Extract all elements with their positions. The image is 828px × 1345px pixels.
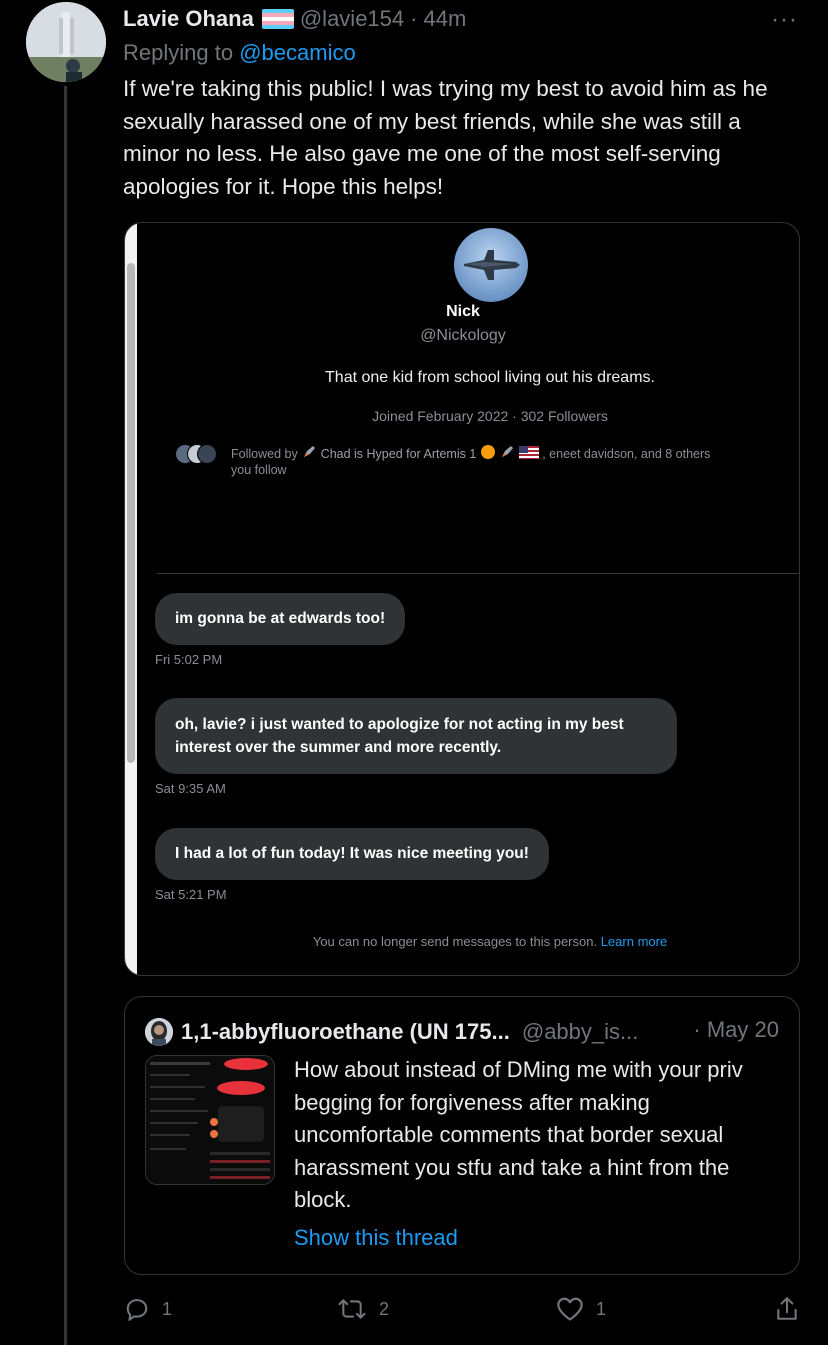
orange-circle-icon: [480, 444, 496, 465]
rocket-icon: [301, 444, 317, 465]
retweet-count: 2: [379, 1298, 390, 1319]
dm-divider: [157, 573, 799, 574]
rocket-icon: [499, 444, 515, 465]
message-bubble: oh, lavie? i just wanted to apologize fo…: [155, 698, 677, 774]
tweet-header: Lavie Ohana @lavie154 · 44m: [123, 4, 466, 34]
quote-thumbnail[interactable]: [145, 1055, 275, 1185]
retweet-icon: [338, 1299, 366, 1319]
reply-count: 1: [162, 1298, 173, 1319]
quote-avatar[interactable]: [145, 1018, 173, 1046]
quote-author-name[interactable]: 1,1-abbyfluoroethane (UN 175...: [181, 1019, 510, 1045]
dm-notice: You can no longer send messages to this …: [125, 934, 799, 949]
message-bubble: im gonna be at edwards too!: [155, 593, 406, 645]
tweet-actions: 1 2 1: [124, 1294, 804, 1324]
followed-by-line2: you follow: [231, 463, 287, 477]
replying-to: Replying to @becamico: [123, 40, 356, 66]
quote-thumbnail-image: [146, 1056, 274, 1184]
thread-line: [64, 86, 67, 1345]
share-button[interactable]: [775, 1294, 811, 1324]
dm-notice-text: You can no longer send messages to this …: [312, 934, 598, 949]
show-thread-link[interactable]: Show this thread: [294, 1225, 458, 1251]
retweet-button[interactable]: 2: [337, 1294, 389, 1324]
quote-author-handle[interactable]: @abby_is...: [522, 1019, 639, 1045]
followed-by-name: Chad is Hyped for Artemis 1: [320, 446, 477, 461]
like-button[interactable]: 1: [556, 1294, 606, 1324]
followed-by-row: Followed by Chad is Hyped for Artemis 1 …: [175, 443, 799, 483]
us-flag-icon: [518, 445, 539, 464]
replying-handle-link[interactable]: @becamico: [239, 40, 356, 65]
replying-prefix: Replying to: [123, 40, 234, 65]
avatar[interactable]: [26, 2, 106, 82]
message-bubble: I had a lot of fun today! It was nice me…: [155, 828, 549, 880]
followed-by-rest: , eneet davidson, and 8 others: [542, 446, 711, 461]
quote-date[interactable]: · May 20: [693, 1017, 779, 1043]
avatar-image: [26, 2, 106, 82]
followed-by-prefix: Followed by: [231, 446, 298, 461]
tweet-time[interactable]: 44m: [423, 6, 466, 32]
dm-profile-name: Nick: [446, 303, 480, 320]
jet-icon: [464, 250, 520, 280]
dm-screenshot[interactable]: Nick @Nickology That one kid from school…: [124, 222, 800, 976]
more-icon[interactable]: ···: [771, 6, 798, 34]
quote-text: How about instead of DMing me with your …: [294, 1057, 743, 1212]
dm-profile-joined: Joined February 2022 · 302 Followers: [372, 408, 608, 424]
dm-profile-handle: @Nickology: [420, 327, 506, 344]
author-name[interactable]: Lavie Ohana: [123, 6, 254, 32]
separator: ·: [410, 6, 418, 31]
followed-by-text: Followed by Chad is Hyped for Artemis 1 …: [231, 444, 799, 465]
learn-more-link[interactable]: Learn more: [601, 934, 667, 949]
message-time: Sat 9:35 AM: [155, 781, 226, 796]
reply-button[interactable]: 1: [124, 1294, 172, 1324]
followers-avatars: [175, 444, 219, 464]
quote-header: 1,1-abbyfluoroethane (UN 175... @abby_is…: [145, 1017, 638, 1047]
share-icon: [777, 1297, 797, 1320]
dm-profile-avatar: [454, 228, 528, 302]
trans-flag-icon: [261, 9, 294, 29]
quoted-tweet[interactable]: 1,1-abbyfluoroethane (UN 175... @abby_is…: [124, 996, 800, 1275]
heart-icon: [557, 1297, 583, 1321]
like-count: 1: [596, 1298, 607, 1319]
dm-profile-bio: That one kid from school living out his …: [325, 369, 655, 386]
author-handle[interactable]: @lavie154: [300, 6, 404, 32]
message-time: Sat 5:21 PM: [155, 887, 227, 902]
reply-icon: [126, 1299, 148, 1321]
message-time: Fri 5:02 PM: [155, 652, 223, 667]
tweet-text: If we're taking this public! I was tryin…: [123, 76, 768, 199]
follower-avatar: [197, 444, 217, 464]
